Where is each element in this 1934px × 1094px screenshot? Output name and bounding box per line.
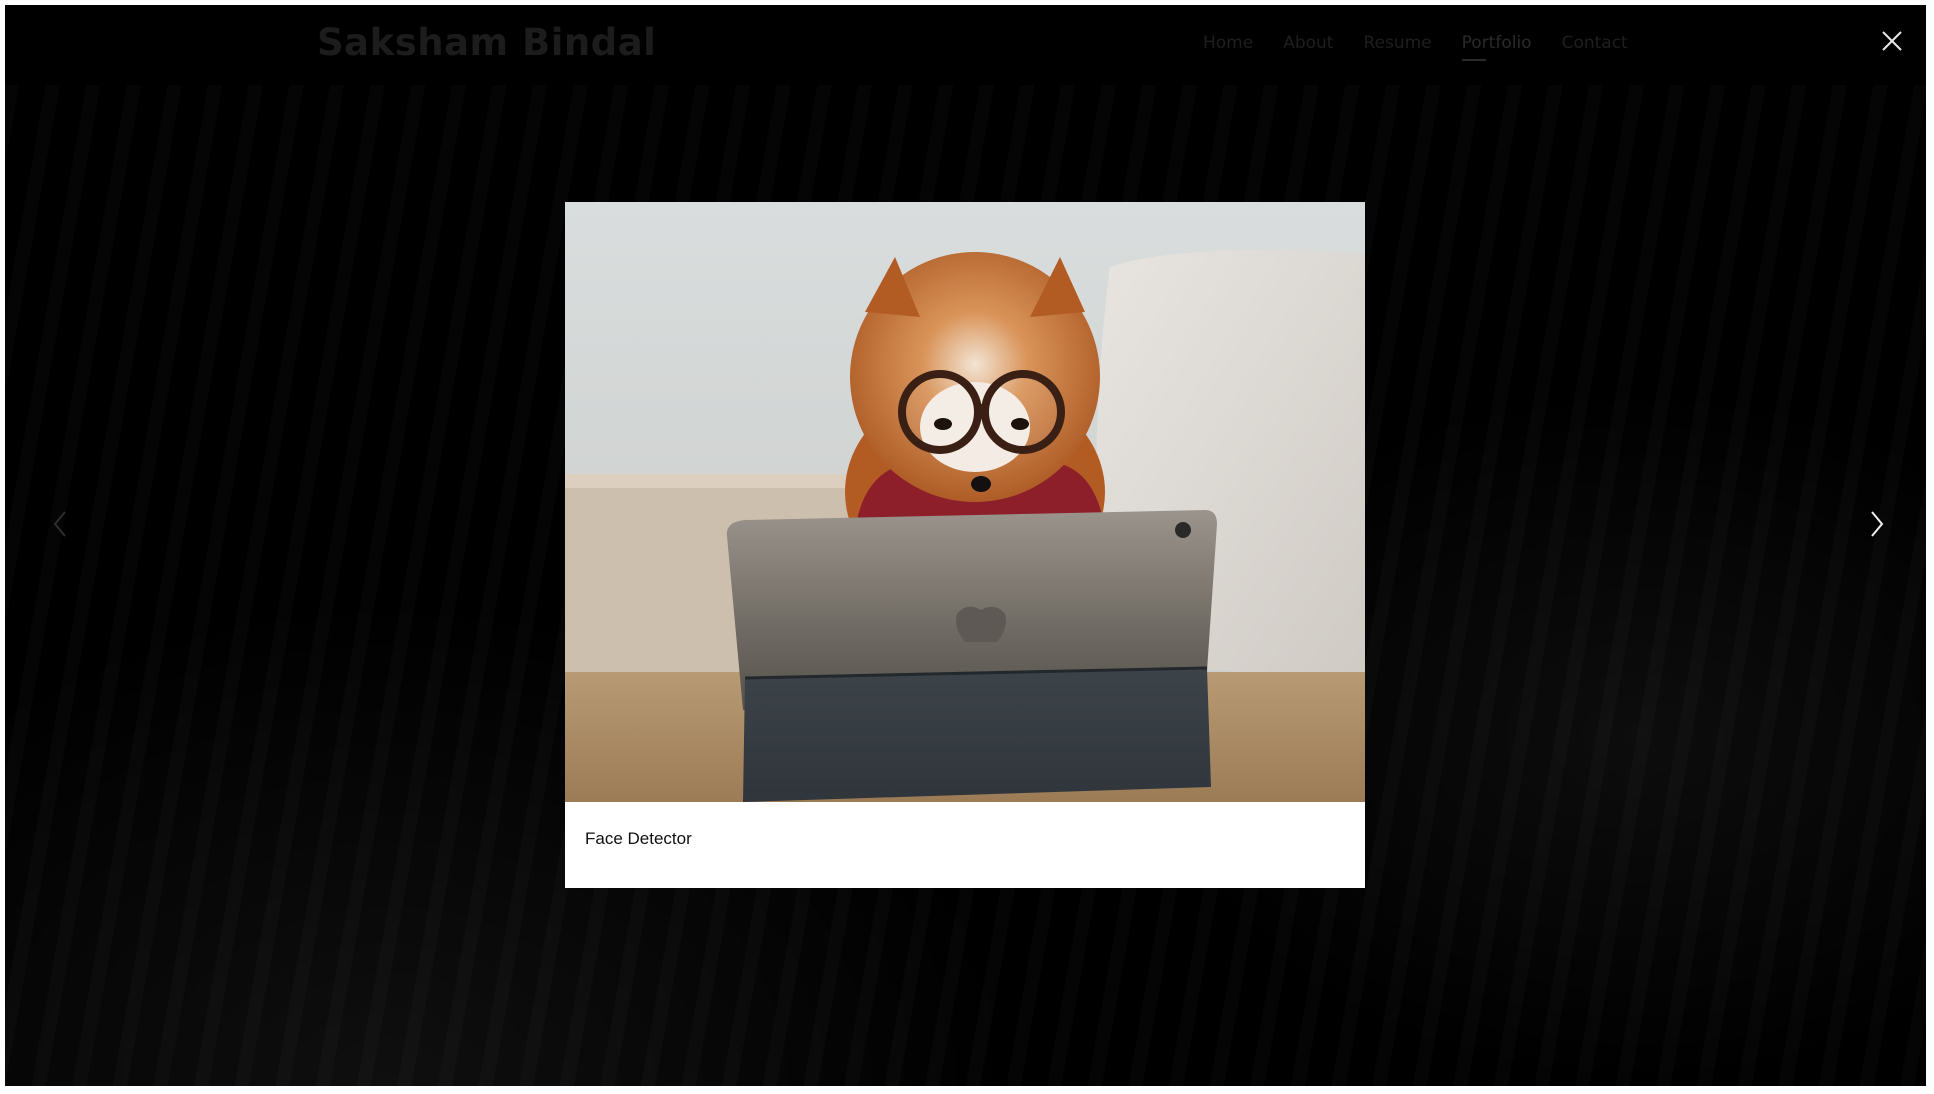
- pomeranian-with-glasses-and-tablet-photo: [565, 202, 1365, 802]
- nav-item-resume[interactable]: Resume: [1363, 33, 1431, 59]
- next-button[interactable]: [1858, 500, 1894, 548]
- nav-item-portfolio[interactable]: Portfolio: [1461, 33, 1532, 61]
- chevron-left-icon: [53, 511, 66, 537]
- lightbox-overlay[interactable]: Saksham Bindal Home About Resume Portfol…: [5, 5, 1926, 1086]
- close-button[interactable]: [1874, 23, 1910, 59]
- previous-button[interactable]: [43, 500, 79, 548]
- nav-item-home[interactable]: Home: [1203, 33, 1253, 59]
- close-icon: [1882, 31, 1902, 51]
- nav-item-contact[interactable]: Contact: [1562, 33, 1628, 59]
- lightbox-content: Face Detector: [565, 202, 1365, 888]
- image-caption: Face Detector: [585, 829, 692, 848]
- site-header: Saksham Bindal Home About Resume Portfol…: [5, 5, 1926, 85]
- portfolio-image[interactable]: [565, 202, 1365, 802]
- chevron-right-icon: [1871, 511, 1884, 537]
- nav-item-about[interactable]: About: [1283, 33, 1333, 59]
- site-brand[interactable]: Saksham Bindal: [317, 21, 656, 64]
- main-nav: Home About Resume Portfolio Contact: [1203, 33, 1658, 61]
